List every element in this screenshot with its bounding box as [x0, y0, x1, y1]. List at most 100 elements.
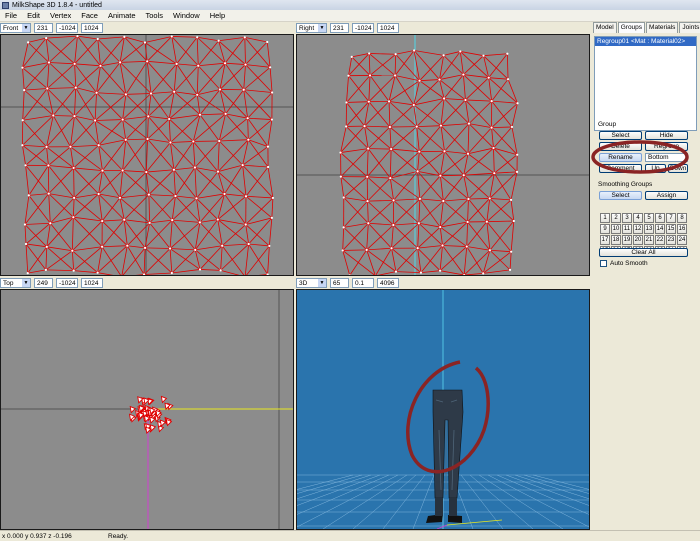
menu-edit[interactable]: Edit [22, 11, 45, 20]
chevron-down-icon: ▼ [22, 279, 30, 287]
top-view-label: Top [3, 279, 14, 287]
smoothing-group-button-13[interactable]: 13 [644, 224, 654, 234]
group-comment-button[interactable]: Comment [599, 164, 642, 173]
side-panel: Model Groups Materials Joints Regroup01 … [591, 22, 700, 530]
group-section-label: Group [598, 121, 617, 128]
top-near-field[interactable]: -1024 [56, 278, 78, 288]
smoothing-group-button-7[interactable]: 7 [666, 213, 676, 223]
group-name-input[interactable]: Bottom [645, 153, 688, 162]
smoothing-group-button-2[interactable]: 2 [611, 213, 621, 223]
smoothing-group-button-1[interactable]: 1 [600, 213, 610, 223]
3d-view-select[interactable]: 3D ▼ [296, 278, 327, 288]
smoothing-select-button[interactable]: Select [599, 191, 642, 200]
tab-joints[interactable]: Joints [679, 22, 700, 33]
window-title: MilkShape 3D 1.8.4 - untitled [12, 1, 102, 9]
smoothing-group-button-3[interactable]: 3 [622, 213, 632, 223]
right-view-select[interactable]: Right ▼ [296, 23, 327, 33]
smoothing-group-button-8[interactable]: 8 [677, 213, 687, 223]
smoothing-group-button-4[interactable]: 4 [633, 213, 643, 223]
front-near-field[interactable]: -1024 [56, 23, 78, 33]
front-toolbar: Front ▼ 231 -1024 1024 [0, 22, 294, 34]
clear-all-button[interactable]: Clear All [599, 248, 688, 257]
top-toolbar: Top ▼ 249 -1024 1024 [0, 277, 294, 289]
smoothing-group-button-24[interactable]: 24 [677, 235, 687, 245]
auto-smooth-row: Auto Smooth [600, 260, 648, 267]
chevron-down-icon: ▼ [22, 24, 30, 32]
smoothing-group-button-23[interactable]: 23 [666, 235, 676, 245]
group-rename-button[interactable]: Rename [599, 153, 642, 162]
smoothing-group-button-16[interactable]: 16 [677, 224, 687, 234]
menu-vertex[interactable]: Vertex [45, 11, 76, 20]
auto-smooth-label: Auto Smooth [610, 260, 648, 267]
front-zoom-field[interactable]: 231 [34, 23, 53, 33]
top-zoom-field[interactable]: 249 [34, 278, 53, 288]
right-view-label: Right [299, 24, 315, 32]
group-select-button[interactable]: Select [599, 131, 642, 140]
group-up-button[interactable]: Up [645, 164, 666, 173]
auto-smooth-checkbox[interactable] [600, 260, 607, 267]
tab-materials[interactable]: Materials [646, 22, 679, 33]
3d-far-field[interactable]: 4096 [377, 278, 399, 288]
3d-zoom-field[interactable]: 65 [330, 278, 349, 288]
smoothing-group-button-14[interactable]: 14 [655, 224, 665, 234]
3d-view-label: 3D [299, 279, 308, 287]
smoothing-assign-button[interactable]: Assign [645, 191, 688, 200]
right-far-field[interactable]: 1024 [377, 23, 399, 33]
front-view-select[interactable]: Front ▼ [0, 23, 31, 33]
menu-animate[interactable]: Animate [103, 11, 141, 20]
smoothing-group-button-11[interactable]: 11 [622, 224, 632, 234]
group-hide-button[interactable]: Hide [645, 131, 688, 140]
right-zoom-field[interactable]: 231 [330, 23, 349, 33]
smoothing-group-button-15[interactable]: 15 [666, 224, 676, 234]
smoothing-group-button-21[interactable]: 21 [644, 235, 654, 245]
front-viewport[interactable] [0, 34, 294, 276]
menu-window[interactable]: Window [168, 11, 205, 20]
group-delete-button[interactable]: Delete [599, 142, 642, 151]
smoothing-group-button-6[interactable]: 6 [655, 213, 665, 223]
group-list[interactable]: Regroup01 <Mat : Material02> [594, 36, 697, 131]
tab-groups[interactable]: Groups [617, 22, 646, 33]
chevron-down-icon: ▼ [318, 24, 326, 32]
menu-bar: File Edit Vertex Face Animate Tools Wind… [0, 10, 700, 22]
top-view-select[interactable]: Top ▼ [0, 278, 31, 288]
smoothing-group-button-20[interactable]: 20 [633, 235, 643, 245]
top-far-field[interactable]: 1024 [81, 278, 103, 288]
3d-toolbar: 3D ▼ 65 0.1 4096 [296, 277, 590, 289]
group-list-item[interactable]: Regroup01 <Mat : Material02> [595, 37, 696, 46]
tab-model[interactable]: Model [593, 22, 617, 33]
smoothing-group-button-5[interactable]: 5 [644, 213, 654, 223]
status-bar: x 0.000 y 0.937 z -0.196 Ready. [0, 530, 700, 541]
smoothing-group-button-22[interactable]: 22 [655, 235, 665, 245]
smoothing-group-button-10[interactable]: 10 [611, 224, 621, 234]
menu-help[interactable]: Help [205, 11, 230, 20]
3d-viewport[interactable] [296, 289, 590, 530]
front-view-label: Front [3, 24, 19, 32]
top-wireframe [1, 290, 293, 529]
group-down-button[interactable]: Down [668, 164, 688, 173]
front-far-field[interactable]: 1024 [81, 23, 103, 33]
smoothing-group-button-12[interactable]: 12 [633, 224, 643, 234]
status-coordinates: x 0.000 y 0.937 z -0.196 [2, 532, 72, 540]
smoothing-group-button-18[interactable]: 18 [611, 235, 621, 245]
menu-face[interactable]: Face [76, 11, 103, 20]
smoothing-group-button-9[interactable]: 9 [600, 224, 610, 234]
group-regroup-button[interactable]: Regroup [645, 142, 688, 151]
panel-tabs: Model Groups Materials Joints [591, 22, 700, 33]
menu-file[interactable]: File [0, 11, 22, 20]
front-wireframe [1, 35, 293, 275]
3d-near-field[interactable]: 0.1 [352, 278, 374, 288]
right-viewport[interactable] [296, 34, 590, 276]
smoothing-section-label: Smoothing Groups [598, 181, 653, 188]
right-wireframe [297, 35, 589, 275]
right-toolbar: Right ▼ 231 -1024 1024 [296, 22, 590, 34]
status-message: Ready. [108, 532, 129, 540]
top-viewport[interactable] [0, 289, 294, 530]
smoothing-group-button-17[interactable]: 17 [600, 235, 610, 245]
title-bar: MilkShape 3D 1.8.4 - untitled [0, 0, 700, 10]
menu-tools[interactable]: Tools [141, 11, 169, 20]
right-near-field[interactable]: -1024 [352, 23, 374, 33]
chevron-down-icon: ▼ [318, 279, 326, 287]
3d-scene [297, 290, 589, 529]
jeans-model [426, 389, 464, 523]
smoothing-group-button-19[interactable]: 19 [622, 235, 632, 245]
